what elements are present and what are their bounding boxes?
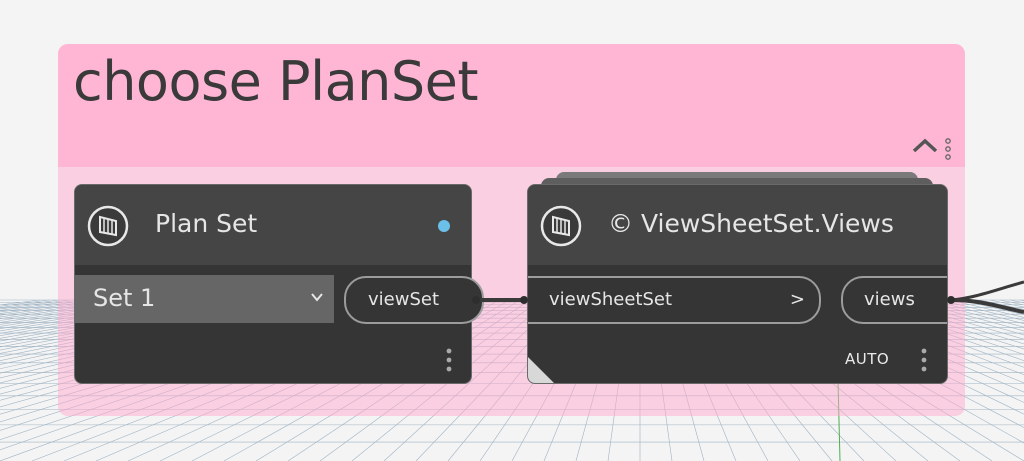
output-port-viewset[interactable]: viewSet [344, 276, 484, 324]
set-dropdown[interactable]: Set 1 [75, 275, 334, 323]
port-label: views [864, 289, 915, 310]
lacing-label[interactable]: AUTO [845, 350, 889, 368]
revit-view-icon [540, 205, 582, 247]
group-title[interactable]: choose PlanSet [73, 50, 479, 113]
node-title: © ViewSheetSet.Views [608, 209, 894, 238]
port-label: viewSheetSet [549, 289, 673, 310]
chevron-down-icon [311, 293, 323, 302]
more-options-icon[interactable] [920, 347, 928, 373]
more-options-icon[interactable] [445, 347, 453, 373]
input-port-viewsheetset[interactable]: viewSheetSet > [528, 276, 821, 324]
chevron-up-icon[interactable] [910, 136, 940, 156]
node-header[interactable]: Plan Set [75, 185, 471, 265]
viewsheetset-views-node[interactable]: © ViewSheetSet.Views viewSheetSet > view… [527, 184, 948, 384]
preview-indicator[interactable] [438, 220, 450, 232]
input-arrow: > [789, 289, 805, 310]
plan-set-node[interactable]: Plan Set Set 1 viewSet [74, 184, 484, 384]
group-header[interactable]: choose PlanSet [58, 44, 965, 167]
node-title: Plan Set [155, 209, 258, 238]
revit-view-icon [87, 205, 129, 247]
dropdown-value: Set 1 [93, 284, 156, 312]
more-options-icon[interactable] [944, 137, 952, 161]
resize-corner-icon[interactable] [528, 357, 554, 383]
output-port-views[interactable]: views [841, 276, 947, 324]
port-label: viewSet [368, 289, 440, 310]
node-header[interactable]: © ViewSheetSet.Views [528, 185, 947, 265]
